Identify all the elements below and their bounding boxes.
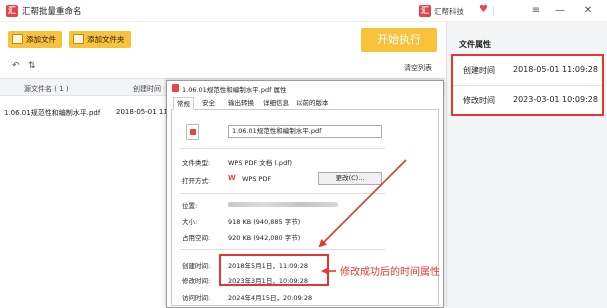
tab-general[interactable]: 常规 xyxy=(173,97,194,110)
divider xyxy=(180,193,385,194)
tab-security[interactable]: 安全 xyxy=(199,97,218,110)
column-created[interactable]: 创建时间 xyxy=(133,84,161,94)
clear-list-button[interactable]: 清空列表 xyxy=(404,63,432,73)
list-subbar: ↶ ⇅ 清空列表 xyxy=(0,58,445,76)
start-button[interactable]: 开始执行 xyxy=(361,28,437,52)
app-title: 汇帮批量重命名 xyxy=(22,7,82,17)
undo-icon[interactable]: ↶ xyxy=(12,61,20,71)
modified-label: 修改时间: xyxy=(182,277,211,285)
add-folder-icon xyxy=(73,34,84,44)
annotation-text: 修改成功后的时间属性 xyxy=(340,267,440,278)
change-button[interactable]: 更改(C)... xyxy=(318,172,382,185)
attributes-highlight-box: 创建时间 2018-05-01 11:09:28 修改时间 2023-03-01… xyxy=(451,54,604,116)
title-separator xyxy=(493,6,494,16)
toolbar: 添加文件 添加文件夹 开始执行 xyxy=(0,22,445,58)
row-file-name: 1.06.01规范性和编制水平.pdf xyxy=(4,109,101,117)
add-file-label: 添加文件 xyxy=(26,35,56,44)
file-type-label: 文件类型: xyxy=(182,159,211,167)
divider xyxy=(180,249,385,250)
dialog-title-bar: 1.06.01规范性和编制水平.pdf 属性 xyxy=(167,81,443,95)
panel-title: 文件属性 xyxy=(459,40,491,49)
tab-previous-versions[interactable]: 以前的版本 xyxy=(293,97,332,110)
modified-time-value: 2023-03-01 10:09:28 xyxy=(513,95,598,104)
accessed-value: 2024年4月15日，20:09:28 xyxy=(228,294,313,302)
accessed-label: 访问时间: xyxy=(182,294,211,302)
created-label: 创建时间: xyxy=(182,262,211,270)
disk-size-label: 占用空间: xyxy=(182,234,211,242)
add-folder-label: 添加文件夹 xyxy=(87,35,125,44)
size-label: 大小: xyxy=(182,218,198,226)
title-bar: 汇 汇帮批量重命名 汇 汇帮科技 ♥ ≡ — ✕ xyxy=(0,0,607,22)
sort-icon[interactable]: ⇅ xyxy=(28,61,36,71)
heart-icon[interactable]: ♥ xyxy=(479,4,488,15)
brand-logo-icon: 汇 xyxy=(419,5,431,17)
filename-input[interactable]: 1.06.01规范性和编制水平.pdf xyxy=(228,125,382,138)
created-time-row: 创建时间 2018-05-01 11:09:28 xyxy=(453,56,602,85)
open-with-value: WPS PDF xyxy=(242,175,272,183)
file-attributes-panel: 文件属性 创建时间 2018-05-01 11:09:28 修改时间 2023-… xyxy=(446,22,607,308)
open-with-label: 打开方式: xyxy=(182,177,211,185)
created-time-label: 创建时间 xyxy=(463,66,495,75)
close-icon[interactable]: ✕ xyxy=(580,3,596,19)
minimize-icon[interactable]: — xyxy=(552,3,568,19)
file-type-value: WPS PDF 文档 (.pdf) xyxy=(228,159,293,167)
time-highlight-box xyxy=(219,254,329,286)
divider xyxy=(180,148,385,149)
pdf-file-icon xyxy=(172,84,179,92)
disk-size-value: 920 KB (942,080 字节) xyxy=(228,234,301,242)
dialog-title: 1.06.01规范性和编制水平.pdf 属性 xyxy=(182,86,287,94)
column-source-name[interactable]: 源文件名 ( 1 ) xyxy=(24,84,69,94)
add-folder-button[interactable]: 添加文件夹 xyxy=(69,31,131,48)
dialog-tabs: 常规 安全 输出转换 详细信息 以前的版本 xyxy=(171,97,439,110)
modified-time-row: 修改时间 2023-03-01 10:09:28 xyxy=(453,85,602,114)
tab-output-convert[interactable]: 输出转换 xyxy=(225,97,257,110)
size-value: 918 KB (940,885 字节) xyxy=(228,218,301,226)
brand-name: 汇帮科技 xyxy=(434,7,464,16)
add-file-button[interactable]: 添加文件 xyxy=(8,31,62,48)
created-time-value: 2018-05-01 11:09:28 xyxy=(513,65,598,74)
app-logo-icon: 汇 xyxy=(6,5,18,17)
location-value-blurred xyxy=(228,202,338,207)
location-label: 位置: xyxy=(182,202,198,210)
modified-time-label: 修改时间 xyxy=(463,96,495,105)
menu-icon[interactable]: ≡ xyxy=(528,3,544,19)
tab-details[interactable]: 详细信息 xyxy=(260,97,292,110)
wps-icon: W xyxy=(228,174,236,182)
pdf-document-icon xyxy=(186,124,199,140)
add-file-icon xyxy=(12,34,23,44)
